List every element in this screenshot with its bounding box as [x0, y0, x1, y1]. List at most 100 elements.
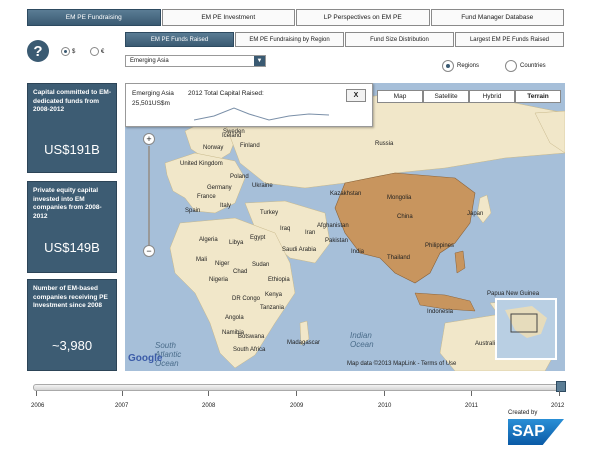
map-label-spain: Spain: [185, 208, 201, 214]
tab-em-pe-fundraising[interactable]: EM PE Fundraising: [27, 9, 161, 26]
map-label-nigeria: Nigeria: [209, 277, 229, 283]
map-label-poland: Poland: [230, 174, 249, 180]
map-label-japan: Japan: [467, 211, 484, 217]
stat-description: Capital committed to EM-dedicated funds …: [33, 89, 112, 113]
year-timeline-slider[interactable]: [33, 384, 566, 391]
currency-euro-label: €: [101, 48, 105, 55]
map-label-madagascar: Madagascar: [287, 340, 321, 346]
popup-region-name: Emerging Asia: [132, 90, 174, 97]
popup-label: 2012 Total Capital Raised:: [188, 90, 264, 97]
map-type-satellite[interactable]: Satellite: [423, 90, 469, 103]
map-label-tanzania: Tanzania: [260, 305, 285, 311]
toggle-regions-label: Regions: [457, 63, 480, 69]
timeline-year: 2007: [115, 403, 129, 409]
help-icon[interactable]: ?: [27, 40, 49, 62]
popup-value: 25,501US$m: [132, 100, 170, 107]
tab-fundraising-by-region[interactable]: EM PE Fundraising by Region: [235, 32, 344, 47]
map-label-uk: United Kingdom: [180, 161, 223, 167]
top-nav-tabs: EM PE Fundraising EM PE Investment LP Pe…: [27, 9, 565, 26]
map-type-map[interactable]: Map: [377, 90, 423, 103]
region-select-value: Emerging Asia: [130, 58, 169, 64]
timeline-tick: [122, 391, 123, 396]
map-label-indonesia: Indonesia: [427, 309, 454, 315]
map-label-germany: Germany: [207, 185, 232, 191]
map-label-libya: Libya: [229, 240, 244, 246]
map-label-kenya: Kenya: [265, 292, 283, 298]
minimap-graphic: [505, 306, 547, 338]
timeline-year: 2006: [31, 403, 45, 409]
map-label-finland: Finland: [240, 143, 260, 149]
zoom-slider-track[interactable]: [148, 146, 150, 246]
toggle-countries-label: Countries: [520, 63, 546, 69]
tab-largest-funds-raised[interactable]: Largest EM PE Funds Raised: [455, 32, 564, 47]
zoom-in-button[interactable]: +: [143, 133, 155, 145]
timeline-handle[interactable]: [556, 381, 566, 392]
chevron-down-icon[interactable]: ▼: [254, 56, 265, 66]
map-label-mongolia: Mongolia: [387, 195, 412, 201]
stat-value: US$149B: [44, 240, 100, 255]
timeline-tick: [296, 391, 297, 396]
timeline-tick: [559, 391, 560, 396]
stat-value: ~3,980: [51, 338, 93, 353]
radio-icon[interactable]: [505, 60, 517, 72]
ocean-label-indian: Indian Ocean: [350, 331, 374, 349]
timeline-tick: [384, 391, 385, 396]
stat-capital-committed: Capital committed to EM-dedicated funds …: [27, 83, 117, 173]
region-select[interactable]: Emerging Asia ▼: [125, 55, 266, 67]
world-map[interactable]: Iceland Sweden Norway Finland Russia Uni…: [125, 83, 565, 371]
currency-euro-option[interactable]: €: [90, 47, 104, 56]
timeline-year: 2008: [202, 403, 216, 409]
popup-sparkline: [194, 107, 330, 121]
map-label-thailand: Thailand: [387, 255, 411, 261]
tab-funds-raised[interactable]: EM PE Funds Raised: [125, 32, 234, 47]
map-label-south-africa: South Africa: [233, 347, 266, 353]
timeline-year: 2009: [290, 403, 304, 409]
zoom-control: + −: [143, 133, 155, 257]
radio-icon[interactable]: [442, 60, 454, 72]
map-label-china: China: [397, 214, 413, 220]
map-label-iran: Iran: [305, 230, 316, 236]
map-attribution[interactable]: Map data ©2013 MapLink - Terms of Use: [347, 361, 456, 367]
map-label-botswana: Botswana: [238, 334, 265, 340]
stat-description: Private equity capital invested into EM …: [33, 187, 102, 220]
sub-nav-tabs: EM PE Funds Raised EM PE Fundraising by …: [125, 32, 565, 47]
map-label-afghanistan: Afghanistan: [317, 223, 349, 229]
map-label-papua-new-guinea: Papua New Guinea: [487, 291, 540, 297]
currency-dollar-option[interactable]: $: [61, 47, 75, 56]
stat-companies-receiving: Number of EM-based companies receiving P…: [27, 279, 117, 371]
tab-lp-perspectives[interactable]: LP Perspectives on EM PE: [296, 9, 430, 26]
radio-icon[interactable]: [90, 47, 99, 56]
google-logo: Google: [128, 353, 163, 364]
timeline-year: 2010: [378, 403, 392, 409]
map-label-dr-congo: DR Congo: [232, 296, 261, 302]
map-label-mali: Mali: [196, 257, 208, 263]
map-label-egypt: Egypt: [250, 235, 266, 241]
map-label-norway: Norway: [203, 145, 224, 151]
map-label-algeria: Algeria: [199, 237, 218, 243]
tab-em-pe-investment[interactable]: EM PE Investment: [161, 9, 295, 26]
map-type-hybrid[interactable]: Hybrid: [469, 90, 515, 103]
zoom-out-button[interactable]: −: [143, 245, 155, 257]
overview-minimap[interactable]: [495, 298, 557, 360]
timeline-tick: [208, 391, 209, 396]
tab-fund-manager-database[interactable]: Fund Manager Database: [430, 9, 564, 26]
stat-capital-invested: Private equity capital invested into EM …: [27, 181, 117, 273]
map-label-niger: Niger: [215, 261, 230, 267]
tab-fund-size-distribution[interactable]: Fund Size Distribution: [345, 32, 454, 47]
toggle-regions[interactable]: Regions: [442, 60, 479, 72]
close-button[interactable]: X: [346, 89, 366, 102]
map-label-italy: Italy: [220, 203, 232, 209]
map-label-saudi-arabia: Saudi Arabia: [282, 247, 317, 253]
map-label-russia: Russia: [375, 141, 394, 147]
radio-icon[interactable]: [61, 47, 70, 56]
map-type-selector: Map Satellite Hybrid Terrain: [377, 90, 561, 103]
map-label-sweden: Sweden: [223, 129, 245, 135]
map-label-chad: Chad: [233, 269, 248, 275]
map-label-ukraine: Ukraine: [252, 183, 273, 189]
map-label-turkey: Turkey: [260, 210, 279, 216]
toggle-countries[interactable]: Countries: [505, 60, 546, 72]
map-type-terrain[interactable]: Terrain: [515, 90, 561, 103]
map-label-philippines: Philippines: [425, 243, 455, 249]
map-label-france: France: [197, 194, 216, 200]
created-by-label: Created by: [508, 410, 538, 416]
